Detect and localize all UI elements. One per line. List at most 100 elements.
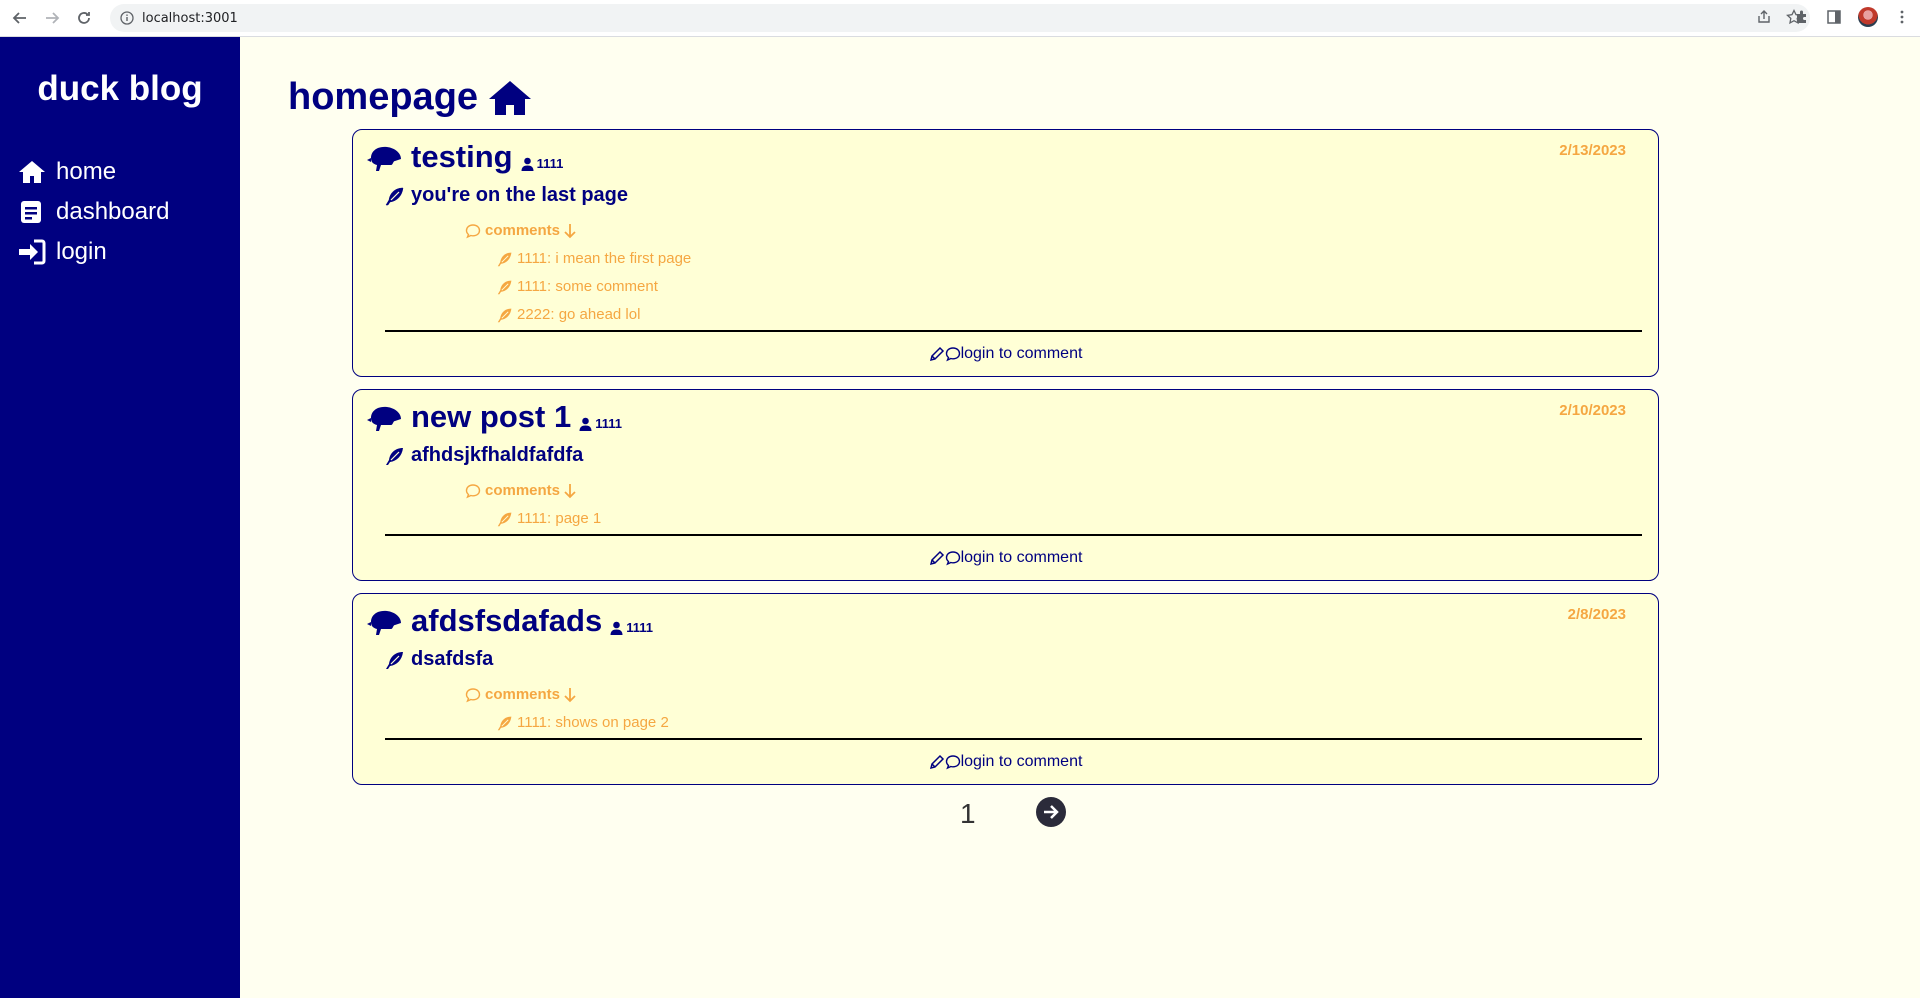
forward-button[interactable] bbox=[40, 6, 64, 30]
login-icon bbox=[19, 239, 46, 265]
pencil-icon bbox=[929, 754, 944, 770]
post-card: new post 1 1111 2/10/2023 afhdsjkfhaldfa… bbox=[352, 389, 1659, 581]
arrow-down-icon bbox=[564, 687, 576, 702]
comments-toggle[interactable]: comments bbox=[465, 686, 581, 703]
duck-icon bbox=[367, 406, 401, 431]
post-author-name: 1111 bbox=[626, 620, 654, 635]
feather-icon bbox=[497, 716, 512, 730]
back-arrow-icon bbox=[12, 12, 26, 24]
sidebar-item-label: dashboard bbox=[56, 198, 170, 225]
comment-text: 1111: shows on page 2 bbox=[517, 714, 669, 731]
back-button[interactable] bbox=[8, 6, 32, 30]
feather-icon bbox=[497, 280, 512, 294]
forward-arrow-icon bbox=[46, 12, 60, 24]
post-author[interactable]: 1111 bbox=[610, 620, 653, 635]
feather-icon bbox=[385, 187, 404, 205]
login-to-comment-link[interactable]: login to comment bbox=[353, 345, 1658, 363]
post-author-name: 1111 bbox=[536, 156, 564, 171]
feather-icon bbox=[497, 308, 512, 322]
speech-bubble-icon bbox=[945, 347, 960, 362]
post-title[interactable]: afdsfsdafads bbox=[411, 604, 602, 638]
sidebar-item-dashboard[interactable]: dashboard bbox=[18, 198, 169, 226]
pagination: 1 bbox=[960, 797, 1066, 830]
comments-toggle[interactable]: comments bbox=[465, 482, 581, 499]
arrow-down-icon bbox=[564, 223, 576, 238]
browser-toolbar: localhost:3001 bbox=[0, 0, 1920, 37]
duck-icon bbox=[367, 146, 401, 171]
feather-icon bbox=[497, 512, 512, 526]
comment-text: 1111: page 1 bbox=[517, 510, 602, 527]
post-date: 2/13/2023 bbox=[1559, 142, 1626, 159]
post-author[interactable]: 1111 bbox=[521, 156, 564, 171]
comment-text: 1111: i mean the first page bbox=[517, 250, 692, 267]
post-header: afdsfsdafads 1111 bbox=[367, 604, 653, 638]
post-body-text: you're on the last page bbox=[411, 184, 629, 206]
post-body: you're on the last page bbox=[385, 184, 628, 207]
post-header: testing 1111 bbox=[367, 140, 563, 174]
comment-item: 1111: shows on page 2 bbox=[497, 714, 669, 731]
post-card: afdsfsdafads 1111 2/8/2023 dsafdsfa comm… bbox=[352, 593, 1659, 785]
post-date: 2/8/2023 bbox=[1567, 606, 1626, 623]
comment-item: 1111: page 1 bbox=[497, 510, 601, 527]
comment-text: 2222: go ahead lol bbox=[517, 306, 641, 323]
page-title: homepage bbox=[288, 76, 532, 119]
dashboard-icon bbox=[21, 201, 41, 223]
comments-label: comments bbox=[485, 686, 561, 703]
divider bbox=[385, 534, 1642, 536]
login-to-comment-label: login to comment bbox=[960, 345, 1083, 362]
arrow-down-icon bbox=[564, 483, 576, 498]
comment-item: 2222: go ahead lol bbox=[497, 306, 640, 323]
post-title[interactable]: new post 1 bbox=[411, 400, 571, 434]
brand-title[interactable]: duck blog bbox=[0, 69, 240, 109]
login-to-comment-link[interactable]: login to comment bbox=[353, 753, 1658, 771]
speech-bubble-icon bbox=[465, 687, 481, 702]
pencil-icon bbox=[929, 550, 944, 566]
home-icon bbox=[489, 80, 532, 115]
home-icon bbox=[19, 161, 45, 183]
speech-bubble-icon bbox=[945, 755, 960, 770]
post-body-text: dsafdsfa bbox=[411, 648, 494, 670]
feather-icon bbox=[386, 447, 403, 465]
sidebar-item-label: login bbox=[56, 238, 107, 265]
divider bbox=[385, 330, 1642, 332]
address-bar[interactable]: localhost:3001 bbox=[110, 4, 1810, 32]
post-body-text: afhdsjkfhaldfafdfa bbox=[411, 444, 584, 466]
speech-bubble-icon bbox=[465, 223, 481, 238]
next-page-button[interactable] bbox=[1036, 797, 1066, 827]
feather-icon bbox=[386, 651, 403, 669]
post-title[interactable]: testing bbox=[411, 140, 513, 174]
comments-label: comments bbox=[485, 482, 561, 499]
feather-icon bbox=[497, 252, 512, 266]
post-header: new post 1 1111 bbox=[367, 400, 622, 434]
comment-item: 1111: i mean the first page bbox=[497, 250, 691, 267]
post-author-name: 1111 bbox=[595, 416, 622, 431]
extensions-icon[interactable] bbox=[1794, 9, 1810, 25]
user-icon bbox=[610, 621, 623, 635]
comment-item: 1111: some comment bbox=[497, 278, 658, 295]
share-icon[interactable] bbox=[1756, 9, 1772, 25]
side-panel-icon[interactable] bbox=[1826, 9, 1842, 25]
duck-icon bbox=[367, 610, 401, 635]
arrow-right-icon bbox=[1044, 805, 1059, 819]
sidebar-item-login[interactable]: login bbox=[18, 238, 107, 266]
profile-avatar[interactable] bbox=[1858, 7, 1878, 27]
reload-button[interactable] bbox=[72, 6, 96, 30]
comment-text: 1111: some comment bbox=[517, 278, 658, 295]
url-text[interactable]: localhost:3001 bbox=[142, 11, 238, 26]
sidebar: duck blog home dashboard login bbox=[0, 37, 240, 998]
post-date: 2/10/2023 bbox=[1559, 402, 1626, 419]
post-body: afhdsjkfhaldfafdfa bbox=[385, 444, 583, 467]
sidebar-item-label: home bbox=[56, 158, 117, 185]
login-to-comment-link[interactable]: login to comment bbox=[353, 549, 1658, 567]
reload-icon bbox=[78, 12, 90, 24]
user-icon bbox=[521, 157, 534, 171]
speech-bubble-icon bbox=[465, 483, 481, 498]
login-to-comment-label: login to comment bbox=[960, 549, 1083, 566]
post-card: testing 1111 2/13/2023 you're on the las… bbox=[352, 129, 1659, 377]
more-menu-icon[interactable] bbox=[1894, 9, 1910, 25]
info-icon bbox=[120, 11, 134, 25]
post-author[interactable]: 1111 bbox=[579, 416, 622, 431]
pencil-icon bbox=[929, 346, 944, 362]
comments-toggle[interactable]: comments bbox=[465, 222, 581, 239]
sidebar-item-home[interactable]: home bbox=[18, 158, 116, 186]
